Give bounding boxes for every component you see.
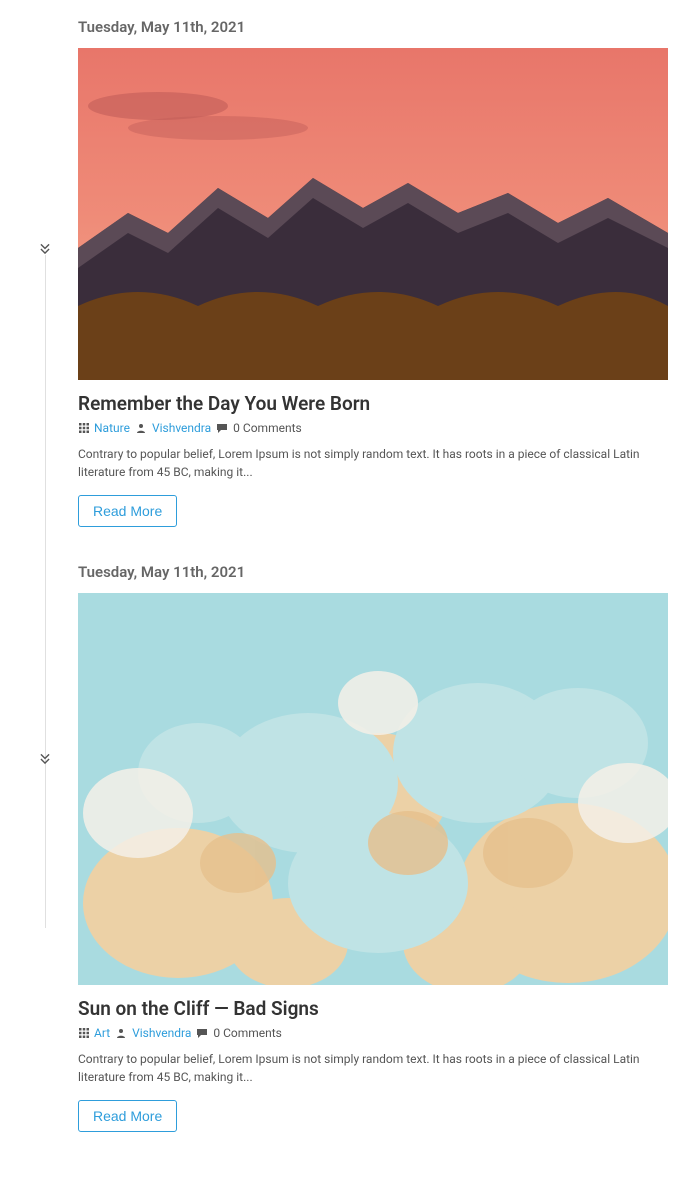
post-title[interactable]: Remember the Day You Were Born bbox=[78, 392, 668, 415]
user-icon bbox=[115, 1027, 127, 1039]
timeline-line bbox=[45, 255, 46, 928]
post-date: Tuesday, May 11th, 2021 bbox=[78, 18, 668, 36]
read-more-button[interactable]: Read More bbox=[78, 495, 177, 527]
user-icon bbox=[135, 422, 147, 434]
post: Tuesday, May 11th, 2021 Remember the Day… bbox=[78, 18, 668, 527]
post-list: Tuesday, May 11th, 2021 Remember the Day… bbox=[78, 0, 668, 1188]
read-more-button[interactable]: Read More bbox=[78, 1100, 177, 1132]
post-date: Tuesday, May 11th, 2021 bbox=[78, 563, 668, 581]
post-excerpt: Contrary to popular belief, Lorem Ipsum … bbox=[78, 445, 668, 481]
grid-icon bbox=[78, 422, 90, 434]
timeline-marker-icon bbox=[38, 242, 52, 256]
post-comments: 0 Comments bbox=[213, 1026, 282, 1040]
post-title[interactable]: Sun on the Cliff — Bad Signs bbox=[78, 997, 668, 1020]
post-thumbnail[interactable] bbox=[78, 593, 668, 985]
comment-icon bbox=[216, 422, 228, 434]
post-meta: Art Vishvendra 0 Comments bbox=[78, 1026, 668, 1040]
post: Tuesday, May 11th, 2021 bbox=[78, 563, 668, 1132]
post-comments: 0 Comments bbox=[233, 421, 302, 435]
post-meta: Nature Vishvendra 0 Comments bbox=[78, 421, 668, 435]
timeline-marker-icon bbox=[38, 752, 52, 766]
post-category[interactable]: Art bbox=[94, 1026, 110, 1040]
grid-icon bbox=[78, 1027, 90, 1039]
post-excerpt: Contrary to popular belief, Lorem Ipsum … bbox=[78, 1050, 668, 1086]
post-author[interactable]: Vishvendra bbox=[132, 1026, 191, 1040]
post-category[interactable]: Nature bbox=[94, 421, 130, 435]
post-author[interactable]: Vishvendra bbox=[152, 421, 211, 435]
comment-icon bbox=[196, 1027, 208, 1039]
post-thumbnail[interactable] bbox=[78, 48, 668, 380]
